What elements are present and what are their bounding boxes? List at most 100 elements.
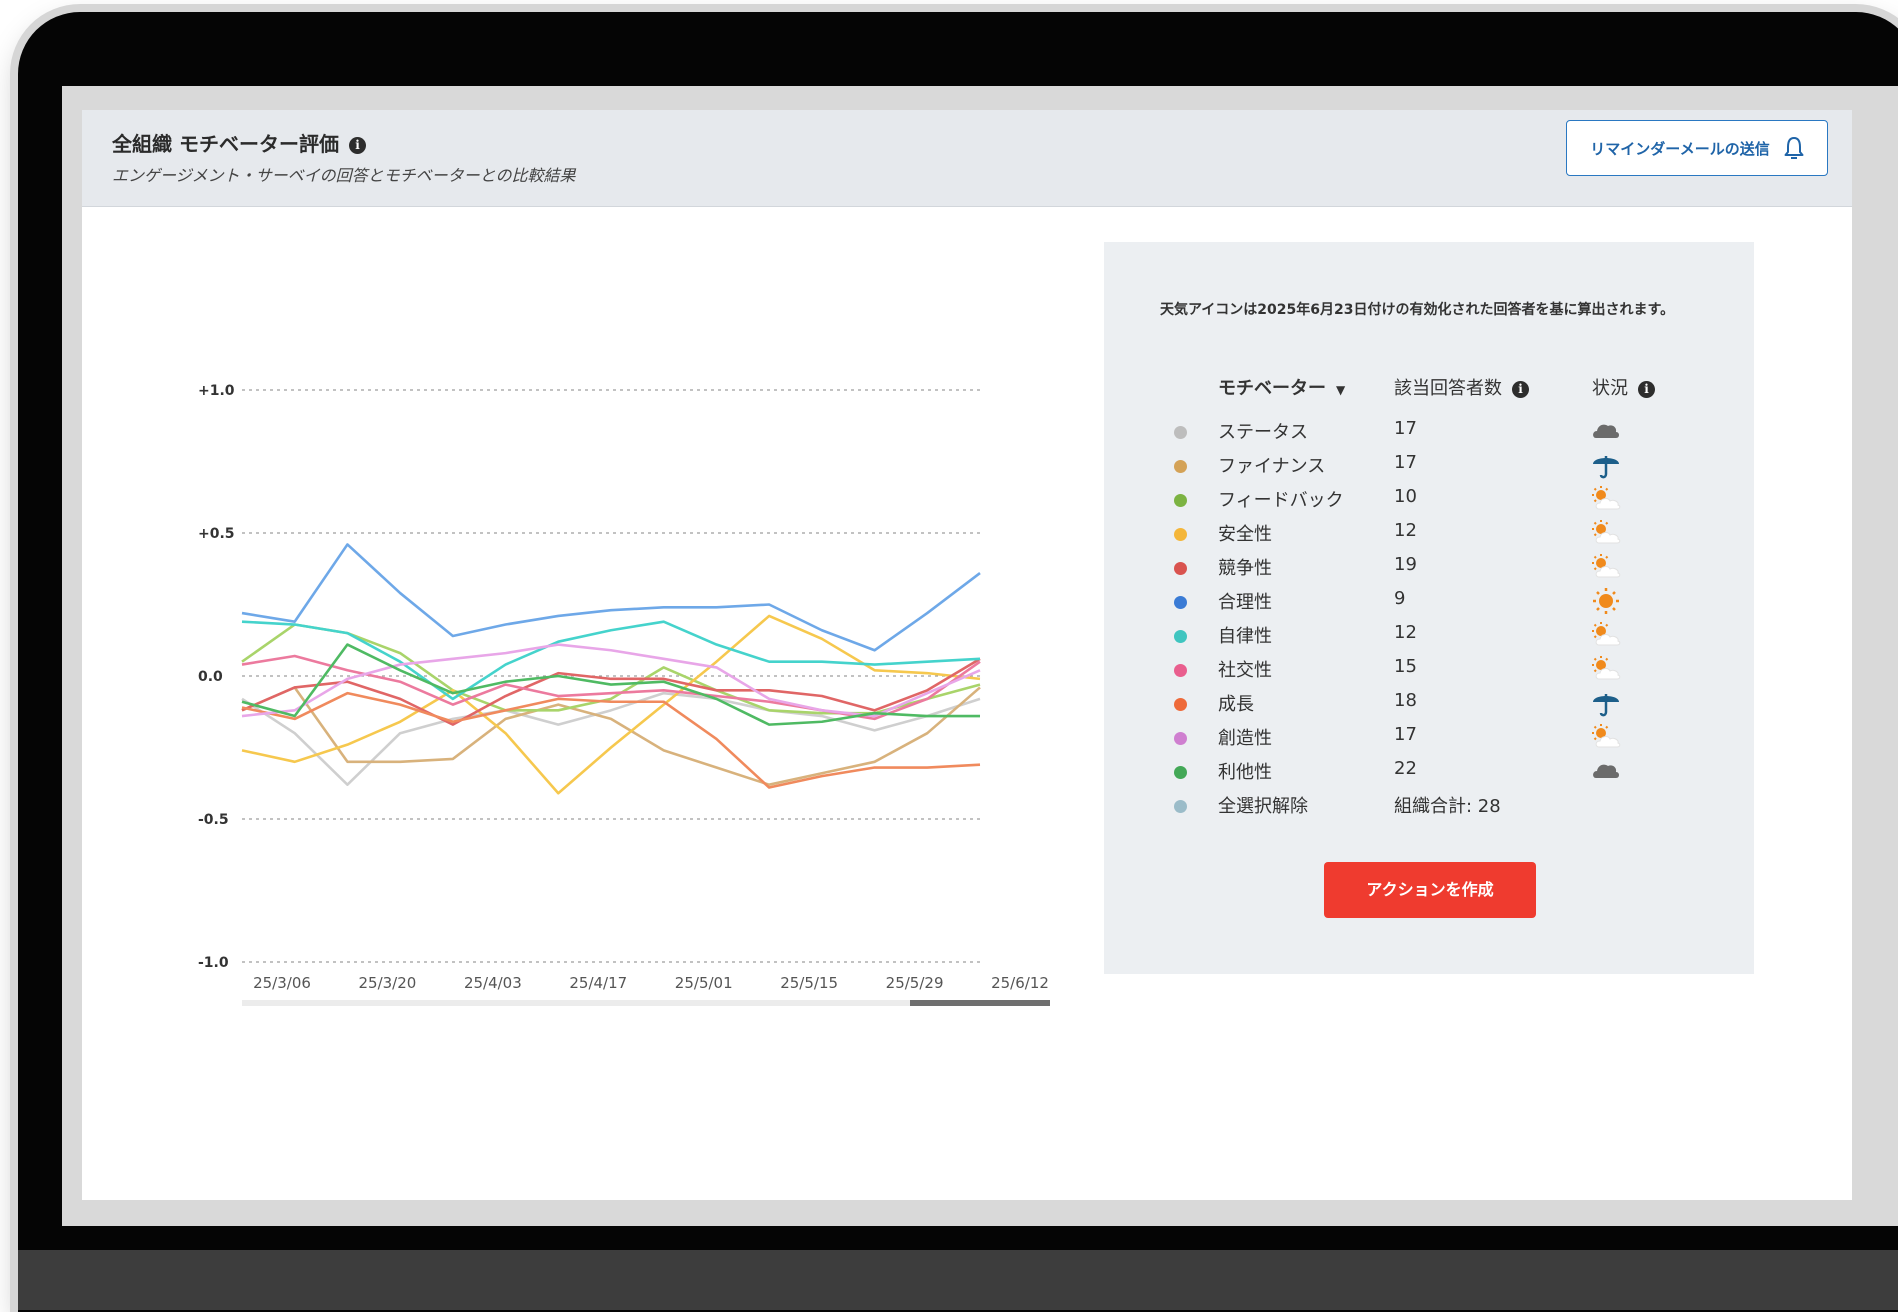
series-color-dot[interactable] [1174,562,1187,575]
respondents-column-header: 該当回答者数 i [1394,374,1529,400]
x-tick-label: 25/4/17 [569,974,627,992]
x-tick-label: 25/4/03 [464,974,522,992]
info-icon[interactable]: i [1638,380,1655,398]
motivator-row[interactable]: フィードバック 10 [1160,484,1720,518]
series-line[interactable] [241,623,981,715]
y-tick-label: 0.0 [198,669,223,685]
page-header: 全組織 モチベーター評価 i エンゲージメント・サーベイの回答とモチベーターとの比… [82,110,1852,207]
series-color-dot[interactable] [1174,630,1187,643]
motivator-list: ステータス 17 ファイナンス 17 フィードバック 10 安全性 12 競争性 19 合理性 9 自律… [1160,416,1720,824]
sun-cloud-icon [1590,484,1622,514]
motivator-name: 自律性 [1218,626,1272,647]
sort-caret-icon[interactable]: ▼ [1336,383,1345,397]
series-line[interactable] [241,614,981,795]
status-column-header: 状況 i [1592,374,1655,400]
motivator-name: 利他性 [1218,762,1272,783]
series-color-dot[interactable] [1174,664,1187,677]
chart-scrollbar-thumb[interactable] [910,1000,1050,1006]
motivator-row[interactable]: 競争性 19 [1160,552,1720,586]
motivator-name: フィードバック [1218,490,1344,511]
status-column-label: 状況 [1592,378,1628,399]
motivator-row[interactable]: 社交性 15 [1160,654,1720,688]
motivator-row[interactable]: ファイナンス 17 [1160,450,1720,484]
respondent-count: 10 [1394,486,1417,507]
x-tick-label: 25/3/20 [359,974,417,992]
motivator-line-chart: +1.0 +0.5 0.0 -0.5 -1.0 25/3/06 25/3/20 25/4/03… [102,230,1062,1030]
info-icon[interactable]: i [1512,380,1529,398]
respondent-count: 17 [1394,452,1417,473]
series-color-dot[interactable] [1174,800,1187,813]
y-tick-label: -1.0 [198,955,229,971]
series-color-dot[interactable] [1174,426,1187,439]
respondent-count: 18 [1394,690,1417,711]
series-color-dot[interactable] [1174,698,1187,711]
sun-cloud-icon [1590,518,1622,548]
motivator-name: ステータス [1218,422,1308,443]
x-tick-label: 25/6/12 [991,974,1049,992]
respondents-column-label: 該当回答者数 [1394,378,1502,399]
bell-icon [1784,137,1804,159]
info-icon[interactable]: i [348,137,366,154]
motivator-name: 創造性 [1218,728,1272,749]
motivator-name: 合理性 [1218,592,1272,613]
series-color-dot[interactable] [1174,494,1187,507]
sun-cloud-icon [1590,722,1622,752]
cloud-icon [1590,756,1622,786]
motivator-name: 成長 [1218,694,1254,715]
x-tick-label: 25/5/15 [780,974,838,992]
series-color-dot[interactable] [1174,732,1187,745]
page-title: 全組織 モチベーター評価 [112,132,339,156]
respondent-count: 19 [1394,554,1417,575]
series-line[interactable] [241,691,981,786]
x-tick-label: 25/3/06 [253,974,311,992]
umbrella-icon [1590,688,1622,718]
series-color-dot[interactable] [1174,596,1187,609]
table-header: モチベーター ▼ 該当回答者数 i 状況 i [1160,374,1720,404]
motivator-row[interactable]: 安全性 12 [1160,518,1720,552]
y-tick-label: +0.5 [198,526,235,542]
umbrella-icon [1590,450,1622,480]
motivator-column-header[interactable]: モチベーター ▼ [1218,374,1345,400]
motivator-name: ファイナンス [1218,456,1326,477]
motivator-row[interactable]: ステータス 17 [1160,416,1720,450]
cloud-icon [1590,416,1622,446]
weather-note: 天気アイコンは2025年6月23日付けの有効化された回答者を基に算出されます。 [1160,302,1675,318]
series-color-dot[interactable] [1174,460,1187,473]
motivator-column-label: モチベーター [1218,378,1326,399]
motivator-row[interactable]: 利他性 22 [1160,756,1720,790]
x-tick-label: 25/5/29 [886,974,944,992]
y-tick-label: -0.5 [198,812,229,828]
sun-cloud-icon [1590,552,1622,582]
y-tick-label: +1.0 [198,383,235,399]
send-reminder-label: リマインダーメールの送信 [1590,139,1770,158]
app-window: 全組織 モチベーター評価 i エンゲージメント・サーベイの回答とモチベーターとの比… [82,110,1852,1200]
page-subtitle: エンゲージメント・サーベイの回答とモチベーターとの比較結果 [112,166,576,185]
motivator-panel: 天気アイコンは2025年6月23日付けの有効化された回答者を基に算出されます。 … [1104,242,1754,974]
motivator-name: 安全性 [1218,524,1272,545]
series-color-dot[interactable] [1174,528,1187,541]
motivator-row[interactable]: 自律性 12 [1160,620,1720,654]
motivator-row[interactable]: 成長 18 [1160,688,1720,722]
motivator-row[interactable]: 合理性 9 [1160,586,1720,620]
create-action-button[interactable]: アクションを作成 [1324,862,1536,918]
series-color-dot[interactable] [1174,766,1187,779]
sun-cloud-icon [1590,654,1622,684]
page-title-row: 全組織 モチベーター評価 i [112,128,366,157]
motivator-row[interactable]: 創造性 17 [1160,722,1720,756]
respondent-count: 17 [1394,418,1417,439]
chart-svg: +1.0 +0.5 0.0 -0.5 -1.0 25/3/06 25/3/20 25/4/03… [198,383,1050,1006]
motivator-name: 競争性 [1218,558,1272,579]
series-line[interactable] [241,643,981,718]
respondent-count: 9 [1394,588,1406,609]
respondent-count: 組織合計: 28 [1394,796,1501,817]
motivator-name: 全選択解除 [1218,796,1308,817]
motivator-name: 社交性 [1218,660,1272,681]
send-reminder-button[interactable]: リマインダーメールの送信 [1566,120,1828,176]
respondent-count: 22 [1394,758,1417,779]
respondent-count: 17 [1394,724,1417,745]
motivator-row[interactable]: 全選択解除 組織合計: 28 [1160,790,1720,824]
respondent-count: 12 [1394,622,1417,643]
series-line[interactable] [241,620,981,701]
sun-icon [1590,586,1622,616]
series-line[interactable] [241,691,981,789]
